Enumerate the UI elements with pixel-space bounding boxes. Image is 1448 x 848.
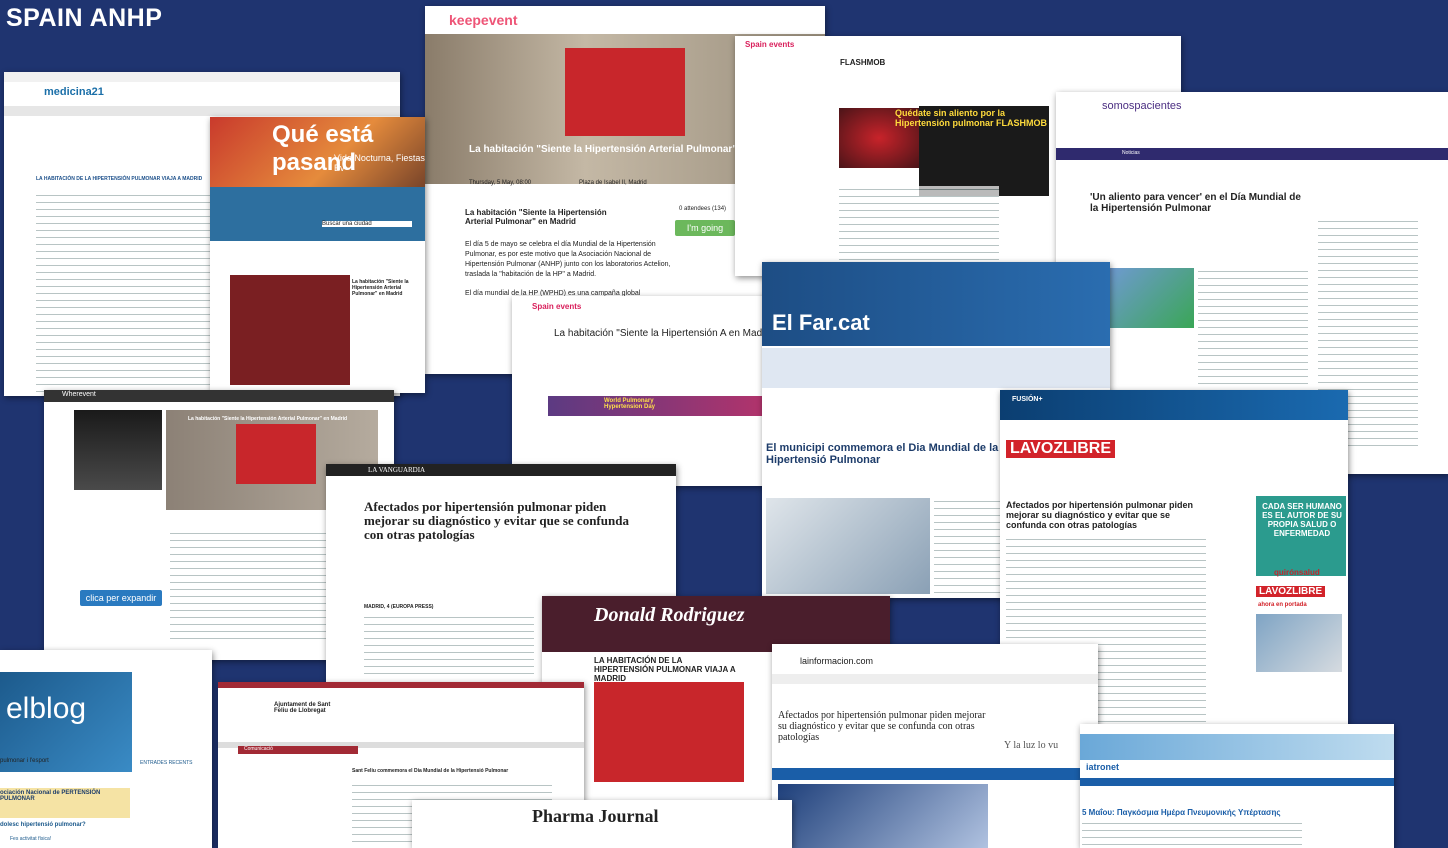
flashmob: FLASHMOB [840,58,886,67]
attend: 0 attendees (134) [679,206,727,212]
headline: 5 Μαΐου: Παγκόσμια Ημέρα Πνευμονικής Υπέ… [1082,808,1281,817]
clipping-elblog: elblog pulmonar i l'esport ENTRADES RECE… [0,650,212,848]
headline: Afectados por hipertensión pulmonar pide… [364,499,629,542]
going-button[interactable]: I'm going [675,220,735,236]
banner: World Pulmonary Hypertension Day [604,398,656,410]
clipping-iatronet: iatronet 5 Μαΐου: Παγκόσμια Ημέρα Πνευμο… [1080,724,1394,848]
q: dolesc hipertensió pulmonar? [0,822,86,828]
clipping-spain-events-mid: Spain events La habitación "Siente la Hi… [512,296,778,486]
headline: La habitación "Siente la Hipertensión Ar… [465,208,607,226]
bottom: Quédate sin aliento por la Hipertensión … [895,108,1048,128]
logo: LA VANGUARDIA [368,466,426,474]
logo: Pharma Journal [532,806,659,826]
headline: 'Un aliento para vencer' en el Día Mundi… [1090,192,1301,214]
logo: keepevent [449,12,518,28]
clipping-lainformacion: lainformacion.com Afectados por hiperten… [772,644,1098,848]
side: Y la luz lo vu [1004,740,1059,751]
q2: Fes activitat física! [10,836,52,842]
body: El día 5 de mayo se celebra el día Mundi… [465,241,671,278]
side-sub: ahora en portada [1258,602,1307,608]
logo: medicina21 [44,86,104,98]
menu[interactable]: Comunicació [244,746,273,752]
dateline: MADRID, 4 (EUROPA PRESS) [364,604,434,610]
caption: La habitación "Siente la Hipertensión Ar… [188,416,348,422]
headline: Sant Feliu commemora el Dia Mundial de l… [352,768,509,774]
side-logo: LAVOZLIBRE [1256,586,1326,597]
caption: La habitación "Siente la Hipertensión Ar… [352,279,409,297]
headline: LA HABITACIÓN DE LA HIPERTENSIÓN PULMONA… [594,656,736,683]
headline: La habitación "Siente la Hipertensión A … [554,328,774,339]
logo: Donald Rodriguez [594,604,745,626]
logo: somospacientes [1102,100,1182,112]
logo: lainformacion.com [800,656,874,666]
headline: Afectados por hipertensión pulmonar pide… [1006,500,1194,530]
logo: Wherevent [62,391,96,398]
logo: LAVOZLIBRE [1006,440,1116,458]
logo: El Far.cat [772,310,870,335]
caption: La habitación "Siente la Hipertensión Ar… [469,144,746,155]
banner: FUSIÓN+ [1012,396,1043,403]
place: Plaza de Isabel II, Madrid [579,180,647,186]
date: Thursday, 5 May, 08:00 [469,180,532,186]
banner: ociación Nacional de PERTENSIÓN PULMONAR [0,790,101,802]
headline: El municipi commemora el Dia Mundial de … [766,442,999,466]
expand-button[interactable]: clica per expandir [80,590,162,606]
logo: elblog [6,692,87,725]
label: pulmonar i l'esport [0,758,49,764]
ad: CADA SER HUMANO ES EL AUTOR DE SU PROPIA… [1262,502,1342,538]
side: ENTRADES RECENTS [140,760,193,766]
page-title: SPAIN ANHP [6,4,163,32]
ad-logo: quirónsalud [1274,568,1320,577]
logo: iatronet [1086,762,1120,772]
logo: Spain events [532,302,582,311]
nav[interactable]: Noticias [1122,150,1140,156]
logo: Spain events [745,40,795,49]
search[interactable]: Buscar una ciudad [322,221,412,227]
logo: Ajuntament de Sant Feliu de Llobregat [274,702,331,714]
headline: Afectados por hipertensión pulmonar pide… [778,710,986,743]
clipping-pharma: Pharma Journal [412,800,792,848]
clipping-que-esta: Qué está pasand Vida Nocturna, Fiestas E… [210,117,425,393]
subtitle: Vida Nocturna, Fiestas Ev [334,153,425,173]
